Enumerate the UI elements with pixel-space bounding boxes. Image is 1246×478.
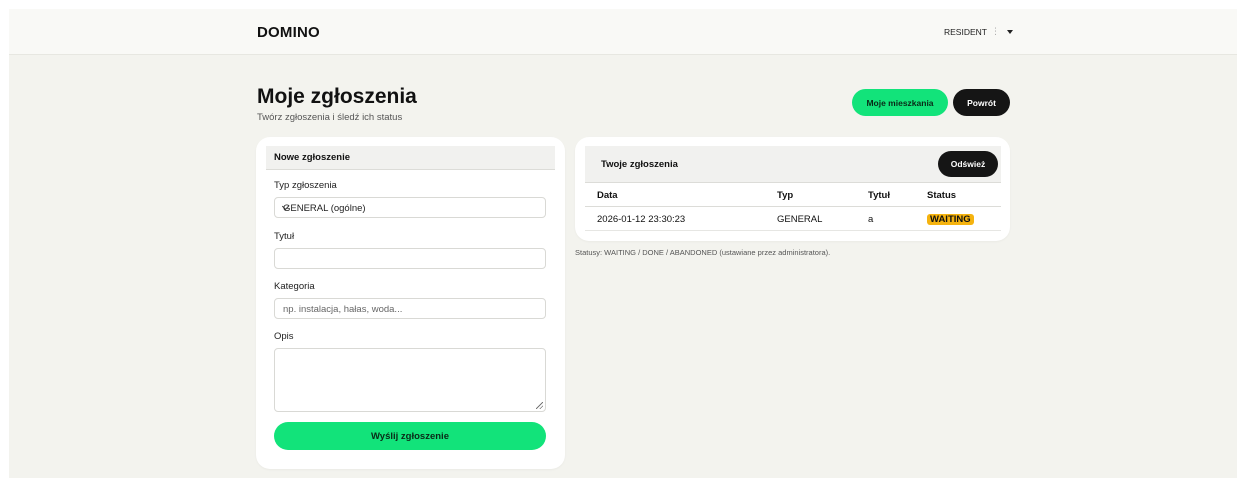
- status-legend-note: Statusy: WAITING / DONE / ABANDONED (ust…: [575, 248, 831, 257]
- page-background: DOMINO RESIDENT ⋮ Moje zgłoszenia Twórz …: [9, 9, 1237, 478]
- table-header-row: Data Typ Tytuł Status: [585, 185, 1001, 207]
- submit-report-button[interactable]: Wyślij zgłoszenie: [274, 422, 546, 450]
- title-input[interactable]: [274, 248, 546, 269]
- caret-down-icon: [1006, 29, 1013, 34]
- reports-table: Data Typ Tytuł Status 2026-01-12 23:30:2…: [585, 185, 1001, 231]
- cell-date: 2026-01-12 23:30:23: [597, 214, 686, 225]
- category-input[interactable]: np. instalacja, hałas, woda...: [274, 298, 546, 319]
- type-select[interactable]: GENERAL (ogólne): [274, 197, 546, 218]
- type-label: Typ zgłoszenia: [274, 180, 337, 191]
- new-report-heading: Nowe zgłoszenie: [274, 152, 351, 163]
- brand-logo[interactable]: DOMINO: [257, 24, 320, 41]
- cell-type: GENERAL: [777, 214, 823, 225]
- vertical-dots-icon: ⋮: [990, 26, 1000, 36]
- title-label: Tytuł: [274, 231, 295, 242]
- new-report-header: Nowe zgłoszenie: [266, 146, 555, 170]
- back-button[interactable]: Powrót: [953, 89, 1010, 116]
- reports-list-header: Twoje zgłoszenia Odśwież: [585, 146, 1001, 183]
- resize-handle-icon[interactable]: [536, 402, 543, 409]
- new-report-card: Nowe zgłoszenie Typ zgłoszenia GENERAL (…: [256, 137, 565, 469]
- description-label: Opis: [274, 331, 294, 342]
- table-row[interactable]: 2026-01-12 23:30:23 GENERAL a WAITING: [585, 207, 1001, 231]
- column-header-type: Typ: [777, 190, 794, 201]
- column-header-title: Tytuł: [868, 190, 890, 201]
- status-badge: WAITING: [927, 214, 974, 225]
- top-navbar: DOMINO RESIDENT ⋮: [9, 9, 1237, 55]
- my-apartments-button[interactable]: Moje mieszkania: [852, 89, 948, 116]
- page-subtitle: Twórz zgłoszenia i śledź ich status: [257, 112, 403, 123]
- type-select-value: GENERAL (ogólne): [283, 203, 366, 214]
- description-textarea[interactable]: [274, 348, 546, 412]
- refresh-button[interactable]: Odśwież: [938, 151, 998, 177]
- column-header-date: Data: [597, 190, 618, 201]
- reports-list-heading: Twoje zgłoszenia: [601, 159, 678, 170]
- user-role-label: RESIDENT: [944, 26, 987, 37]
- reports-list-card: Twoje zgłoszenia Odśwież Data Typ Tytuł …: [575, 137, 1010, 241]
- cell-title: a: [868, 214, 874, 225]
- page-title: Moje zgłoszenia: [257, 85, 417, 108]
- category-placeholder: np. instalacja, hałas, woda...: [283, 304, 403, 315]
- category-label: Kategoria: [274, 281, 315, 292]
- user-menu-dropdown[interactable]: RESIDENT ⋮: [944, 26, 1013, 37]
- column-header-status: Status: [927, 190, 957, 201]
